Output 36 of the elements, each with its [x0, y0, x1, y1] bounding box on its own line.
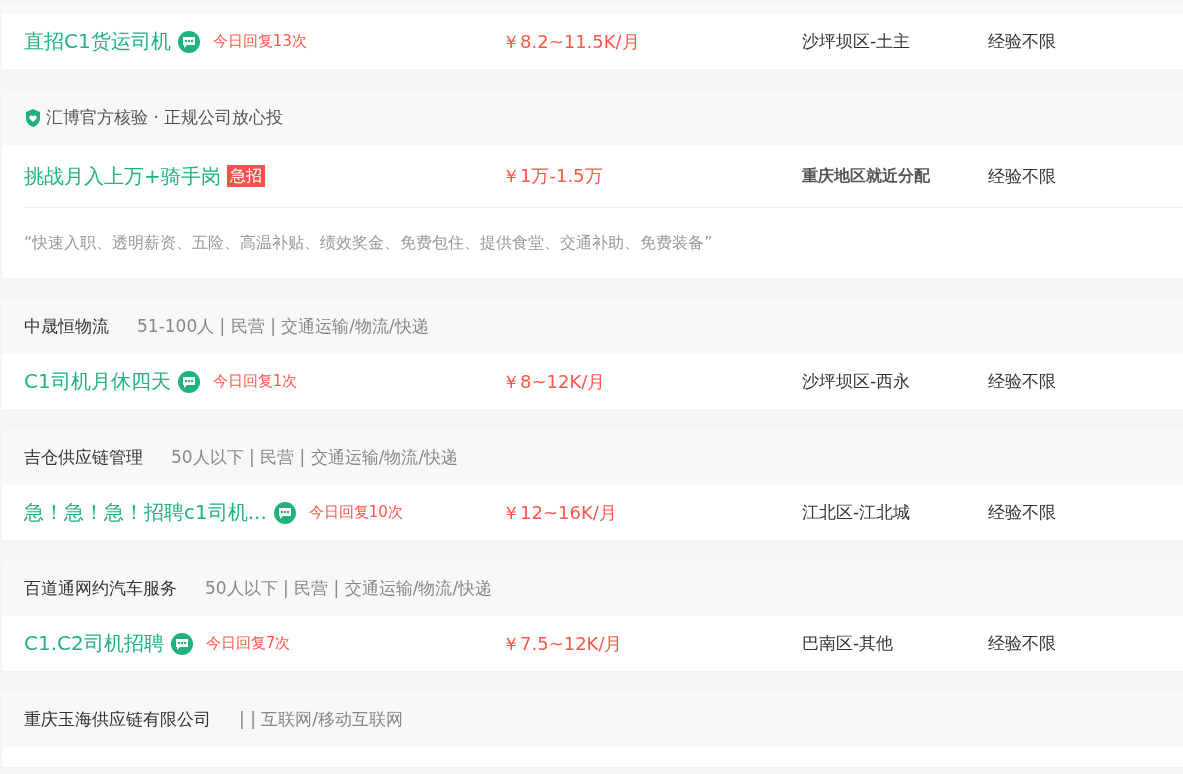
verification-note: 汇博官方核验 · 正规公司放心投 — [46, 106, 284, 129]
company-info: 50人以下 | 民营 | 交通运输/物流/快递 — [205, 577, 493, 600]
salary: ￥8~12K/月 — [502, 369, 607, 394]
reply-count: 今日回复7次 — [205, 634, 291, 653]
location: 江北区-江北城 — [802, 501, 912, 524]
company-info: | | 互联网/移动互联网 — [239, 708, 403, 731]
urgent-badge: 急招 — [226, 165, 265, 187]
experience: 经验不限 — [988, 501, 1057, 524]
job-title[interactable]: 挑战月入上万+骑手岗 — [24, 162, 221, 190]
job-description: “快速入职、透明薪资、五险、高温补贴、绩效奖金、免费包住、提供食堂、交通补助、免费装备” — [24, 207, 1183, 278]
job-title[interactable]: C1司机月休四天 — [24, 368, 171, 395]
company-name[interactable]: 重庆玉海供应链有限公司 — [24, 708, 211, 731]
reply-count: 今日回复13次 — [212, 32, 307, 51]
experience: 经验不限 — [988, 164, 1057, 188]
reply-count: 今日回复10次 — [308, 503, 403, 522]
job-title[interactable]: C1.C2司机招聘 — [24, 630, 164, 657]
location: 沙坪坝区-土主 — [802, 30, 912, 53]
salary: ￥7.5~12K/月 — [502, 631, 624, 656]
experience: 经验不限 — [988, 370, 1057, 393]
company-info: 50人以下 | 民营 | 交通运输/物流/快递 — [171, 446, 459, 469]
job-title[interactable]: 直招C1货运司机 — [24, 28, 171, 55]
location: 重庆地区就近分配 — [802, 165, 931, 187]
company-name[interactable]: 中晟恒物流 — [24, 315, 109, 338]
experience: 经验不限 — [988, 30, 1057, 53]
experience: 经验不限 — [988, 632, 1057, 655]
company-info: 51-100人 | 民营 | 交通运输/物流/快递 — [137, 315, 429, 338]
salary: ￥1万-1.5万 — [502, 164, 604, 188]
shield-icon — [24, 107, 42, 128]
salary: ￥12~16K/月 — [502, 500, 618, 525]
reply-count: 今日回复1次 — [212, 372, 298, 391]
job-title[interactable]: 急！急！急！招聘c1司机... — [24, 499, 267, 526]
location: 沙坪坝区-西永 — [802, 370, 912, 393]
company-name[interactable]: 百道通网约汽车服务 — [24, 577, 177, 600]
location: 巴南区-其他 — [802, 632, 895, 655]
salary: ￥8.2~11.5K/月 — [502, 29, 641, 54]
company-name[interactable]: 吉仓供应链管理 — [24, 446, 143, 469]
